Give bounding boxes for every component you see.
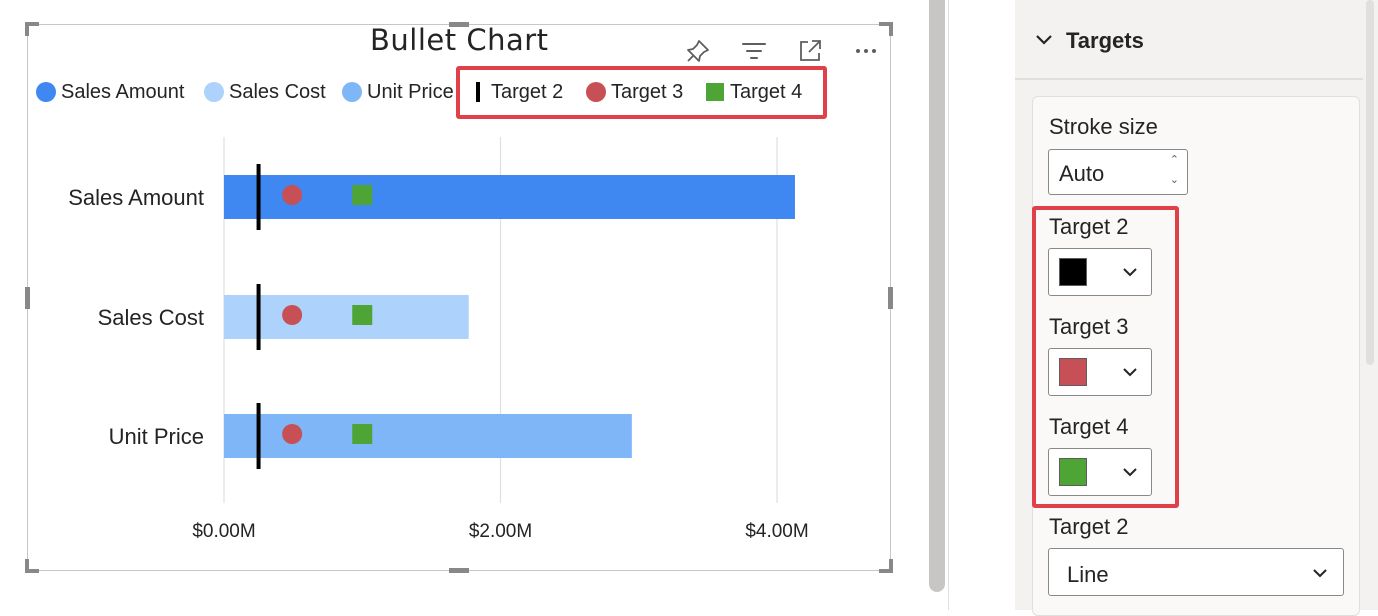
target-2-shape-dropdown[interactable]: Line [1048,548,1344,596]
chevron-down-icon [1313,569,1327,578]
stroke-size-input[interactable]: Auto ⌃ ⌄ [1048,149,1188,195]
spin-down-icon[interactable]: ⌄ [1170,175,1179,186]
stroke-size-label: Stroke size [1049,114,1158,139]
x-tick-label: $2.00M [469,521,532,542]
target-marker-line [256,284,261,350]
stroke-size-value: Auto [1059,161,1105,186]
target-marker-square [352,305,373,325]
x-tick-label: $4.00M [745,521,808,542]
target-marker-square [352,185,373,205]
target-colors-highlight-box [1032,206,1179,508]
x-tick-label: $0.00M [192,521,255,542]
chevron-down-icon [1036,35,1052,45]
target-marker-circle [282,305,303,325]
target-2-shape-value: Line [1067,562,1109,587]
bullet-chart-visual[interactable]: Bullet Chart Sales Amount Sales Cost Unit … [25,22,893,573]
spin-up-icon[interactable]: ⌃ [1170,155,1179,166]
category-label: Unit Price [109,424,204,449]
target-marker-square [352,424,373,444]
bar-sales-cost [224,295,469,339]
target-2-shape-label: Target 2 [1049,514,1129,539]
target-marker-circle [282,185,303,205]
category-label: Sales Cost [98,305,204,330]
category-label: Sales Amount [68,185,204,210]
canvas-scrollbar[interactable] [929,0,945,592]
target-marker-circle [282,424,303,444]
pane-divider [948,0,949,610]
bar-sales-amount [224,175,795,219]
bullet-chart-plot: $0.00M $2.00M $4.00M Sales Amount Sales Cost… [68,137,809,542]
target-marker-line [256,164,261,230]
target-marker-line [256,403,261,469]
section-title: Targets [1066,28,1144,53]
format-pane-scrollbar-thumb[interactable] [1366,0,1374,365]
